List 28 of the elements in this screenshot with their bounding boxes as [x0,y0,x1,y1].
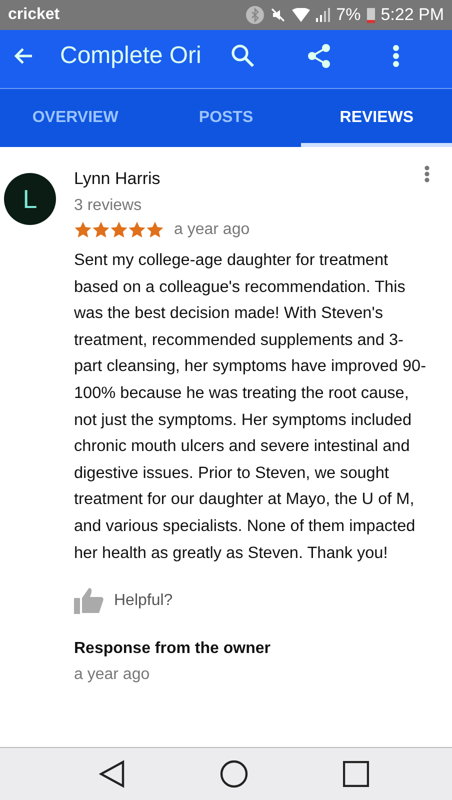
wifi-icon [292,8,310,22]
signal-icon [316,8,330,22]
helpful-label[interactable]: Helpful? [114,592,173,610]
clock: 5:22 PM [380,5,444,25]
share-icon[interactable] [306,43,332,69]
battery-icon [366,7,375,23]
review-time: a year ago [174,221,250,239]
tab[interactable]: REVIEWS [301,89,452,147]
review-text: Sent my college-age daughter for treatment based on a colleague's recommendation. This was the best decision made! With Steven's treatment, recommended supplements and 3-part cleansing, her symptoms have improved 90-100% because he was treating the root cause, not just the symptoms. Her symptoms included chronic mouth ulcers and severe intestinal and digestive issues. Prior to Steven, we sought treatment for our daughter at Mayo, the U of M, and various specialists. None of them impacted her health as greatly as Steven. Thank you! [74,250,428,564]
more-options-icon[interactable] [392,44,400,68]
home-icon[interactable] [220,760,248,788]
search-icon[interactable] [230,43,256,69]
tab[interactable]: OVERVIEW [0,89,151,147]
mute-icon [270,7,286,23]
battery-percent: 7% [336,5,361,25]
response-heading: Response from the owner [74,640,270,658]
review-count: 3 reviews [74,197,142,215]
back-icon[interactable] [98,760,124,788]
thumbs-up-icon[interactable] [74,588,104,614]
avatar: L [4,173,56,225]
tab[interactable]: POSTS [150,89,302,147]
recents-icon[interactable] [342,761,368,787]
page-title: Complete Ori [60,42,202,70]
more-options-icon[interactable] [424,165,430,183]
bluetooth-icon [246,6,264,24]
response-time: a year ago [74,666,150,684]
author-name: Lynn Harris [74,169,160,189]
carrier-name: cricket [8,6,60,24]
